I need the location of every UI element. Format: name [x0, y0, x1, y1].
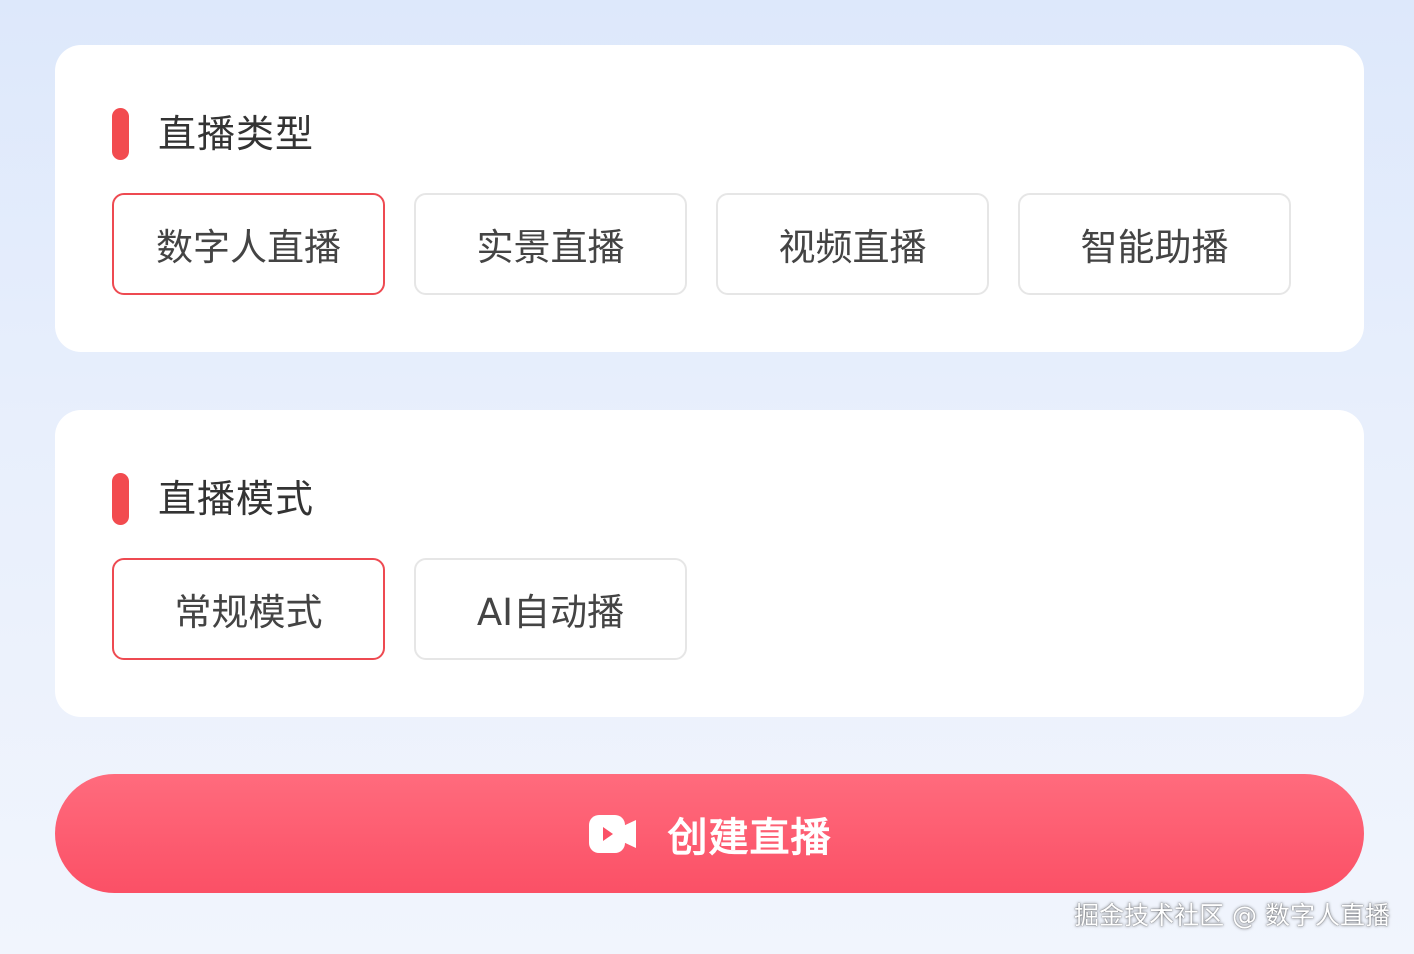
option-digital-human-live[interactable]: 数字人直播 — [112, 193, 385, 295]
option-label: 数字人直播 — [156, 226, 341, 269]
option-normal-mode[interactable]: 常规模式 — [112, 558, 385, 660]
watermark-text: 掘金技术社区 @ 数字人直播 — [1074, 901, 1390, 930]
option-smart-assist-live[interactable]: 智能助播 — [1018, 193, 1291, 295]
option-label: AI自动播 — [476, 591, 625, 634]
video-camera-icon — [588, 814, 636, 853]
option-label: 视频直播 — [778, 226, 927, 269]
create-live-label: 创建直播 — [667, 814, 832, 861]
option-label: 实景直播 — [476, 226, 625, 269]
live-mode-card: 直播模式 常规模式 AI自动播 — [55, 410, 1364, 717]
create-live-button[interactable]: 创建直播 — [55, 774, 1364, 893]
option-label: 智能助播 — [1080, 226, 1229, 269]
option-real-scene-live[interactable]: 实景直播 — [414, 193, 687, 295]
option-video-live[interactable]: 视频直播 — [716, 193, 989, 295]
section-accent-bar — [112, 108, 129, 160]
live-type-card: 直播类型 数字人直播 实景直播 视频直播 智能助播 — [55, 45, 1364, 352]
option-label: 常规模式 — [174, 591, 323, 634]
live-mode-options: 常规模式 AI自动播 — [112, 558, 687, 660]
option-ai-auto-mode[interactable]: AI自动播 — [414, 558, 687, 660]
live-type-header: 直播类型 — [112, 108, 314, 160]
live-mode-title: 直播模式 — [158, 477, 315, 521]
live-type-options: 数字人直播 实景直播 视频直播 智能助播 — [112, 193, 1291, 295]
live-type-title: 直播类型 — [158, 112, 315, 156]
live-mode-header: 直播模式 — [112, 473, 314, 525]
section-accent-bar — [112, 473, 129, 525]
